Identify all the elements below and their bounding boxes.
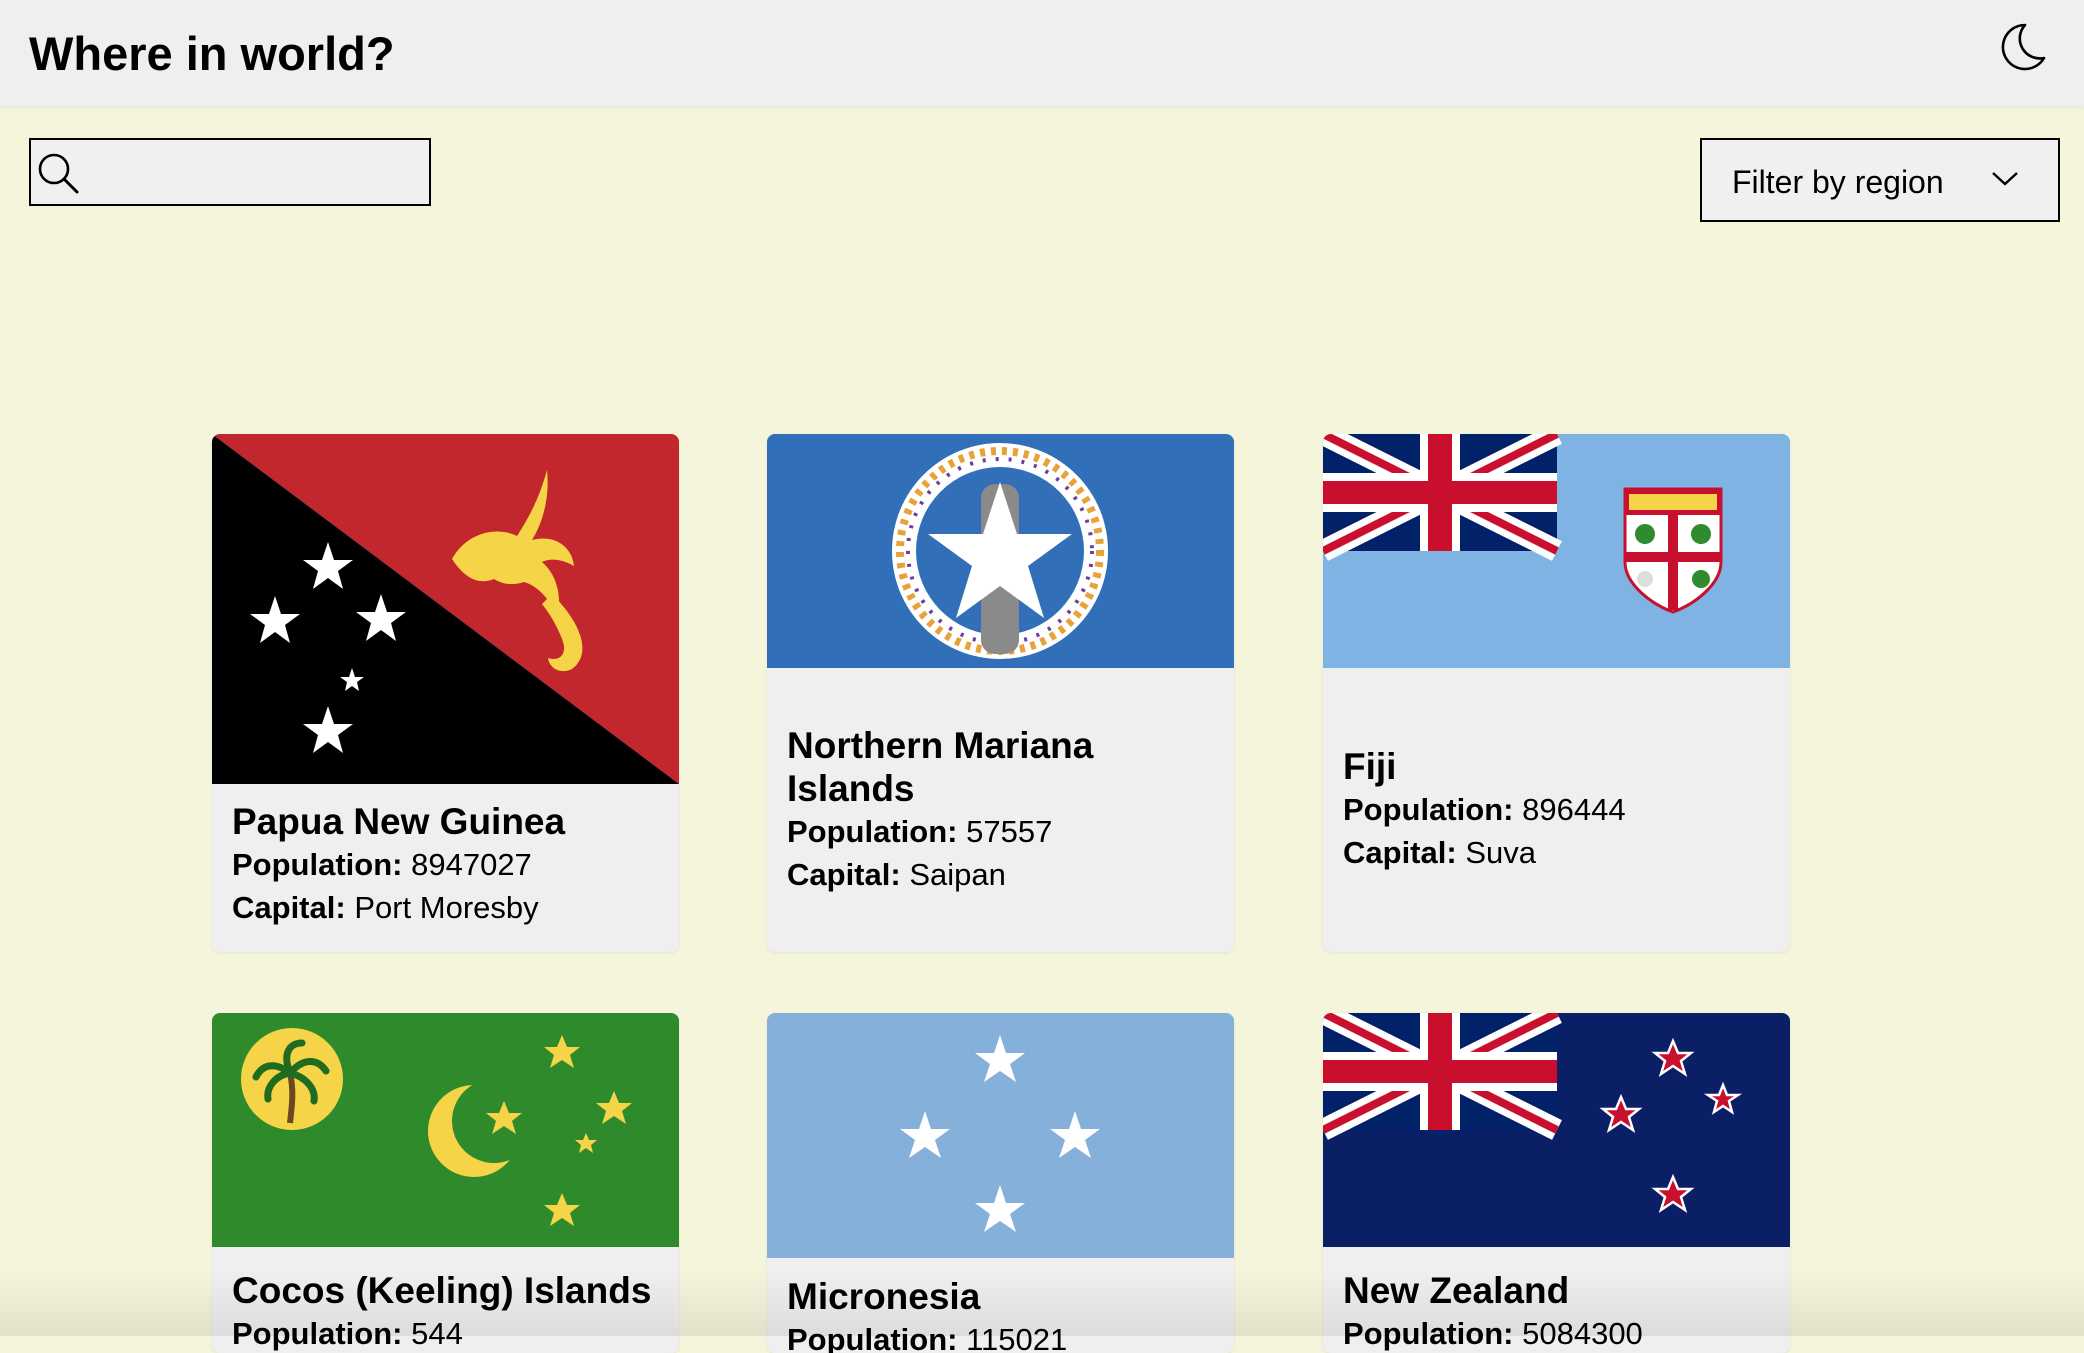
moon-icon — [2001, 23, 2046, 71]
card-details: Fiji Population: 896444 Capital: Suva — [1343, 745, 1774, 874]
country-card-papua-new-guinea[interactable]: Papua New Guinea Population: 8947027 Cap… — [212, 434, 679, 952]
northern-mariana-islands-flag — [767, 434, 1234, 668]
card-details: Micronesia Population: 115021 — [787, 1275, 1218, 1353]
card-details: Northern Mariana Islands Population: 575… — [787, 724, 1218, 896]
country-name: Fiji — [1343, 746, 1397, 787]
card-details: Cocos (Keeling) Islands Population: 544 — [232, 1269, 663, 1353]
population-value: 57557 — [966, 814, 1053, 849]
search-icon — [38, 153, 79, 194]
country-name: New Zealand — [1343, 1270, 1570, 1311]
population-stat: Population: 544 — [232, 1312, 663, 1353]
population-label: Population: — [1343, 792, 1514, 827]
new-zealand-flag — [1323, 1013, 1790, 1247]
population-label: Population: — [787, 1322, 958, 1353]
population-stat: Population: 57557 — [787, 810, 1218, 853]
capital-stat: Capital: Saipan — [787, 853, 1218, 896]
population-stat: Population: 896444 — [1343, 788, 1774, 831]
population-label: Population: — [232, 847, 403, 882]
country-card-micronesia[interactable]: Micronesia Population: 115021 — [767, 1013, 1234, 1353]
capital-stat: Capital: Suva — [1343, 831, 1774, 874]
app-title: Where in world? — [29, 27, 395, 80]
capital-label: Capital: — [232, 890, 346, 925]
region-filter-label: Filter by region — [1732, 164, 1944, 200]
population-stat: Population: 5084300 — [1343, 1312, 1774, 1353]
country-card-cocos-keeling-islands[interactable]: Cocos (Keeling) Islands Population: 544 — [212, 1013, 679, 1353]
capital-stat: Capital: Port Moresby — [232, 886, 663, 929]
theme-toggle-button[interactable] — [1995, 20, 2049, 74]
population-label: Population: — [232, 1316, 403, 1351]
cocos-keeling-islands-flag — [212, 1013, 679, 1247]
card-details: Papua New Guinea Population: 8947027 Cap… — [232, 800, 663, 929]
app-header: Where in world? — [0, 0, 2084, 106]
population-value: 544 — [411, 1316, 463, 1351]
capital-label: Capital: — [1343, 835, 1457, 870]
country-card-fiji[interactable]: Fiji Population: 896444 Capital: Suva — [1323, 434, 1790, 952]
population-label: Population: — [1343, 1316, 1514, 1351]
population-value: 896444 — [1522, 792, 1626, 827]
country-name: Cocos (Keeling) Islands — [232, 1270, 652, 1311]
population-value: 8947027 — [411, 847, 532, 882]
capital-label: Capital: — [787, 857, 901, 892]
chevron-down-icon — [1992, 172, 2018, 186]
country-card-new-zealand[interactable]: New Zealand Population: 5084300 — [1323, 1013, 1790, 1353]
country-name: Northern Mariana Islands — [787, 725, 1094, 809]
capital-value: Saipan — [909, 857, 1006, 892]
country-card-northern-mariana-islands[interactable]: Northern Mariana Islands Population: 575… — [767, 434, 1234, 952]
country-name: Papua New Guinea — [232, 801, 566, 842]
country-name: Micronesia — [787, 1276, 981, 1317]
papua-new-guinea-flag — [212, 434, 679, 784]
fiji-flag — [1323, 434, 1790, 668]
region-filter-dropdown[interactable]: Filter by region — [1700, 138, 2060, 222]
capital-value: Port Moresby — [354, 890, 539, 925]
population-value: 5084300 — [1522, 1316, 1643, 1351]
search-box[interactable] — [29, 138, 431, 206]
capital-value: Suva — [1465, 835, 1536, 870]
population-stat: Population: 8947027 — [232, 843, 663, 886]
population-value: 115021 — [966, 1322, 1068, 1353]
search-input[interactable] — [91, 146, 425, 200]
micronesia-flag — [767, 1013, 1234, 1258]
card-details: New Zealand Population: 5084300 — [1343, 1269, 1774, 1353]
population-label: Population: — [787, 814, 958, 849]
